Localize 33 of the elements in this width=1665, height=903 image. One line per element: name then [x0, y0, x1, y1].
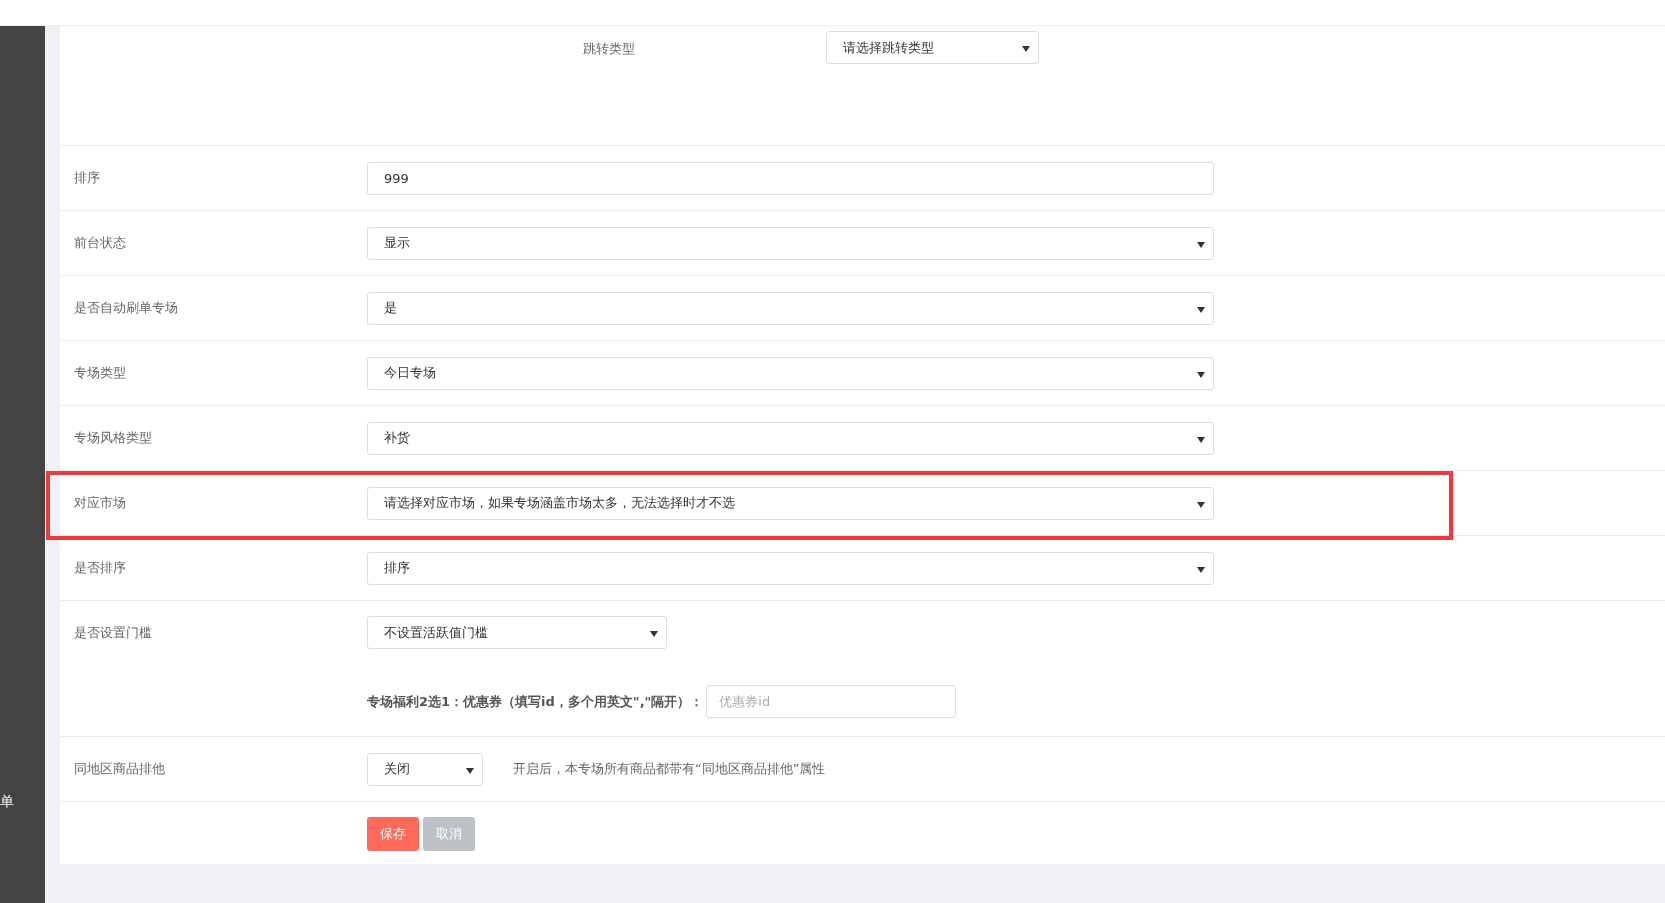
caret-icon: [1022, 46, 1030, 52]
field-label: 专场风格类型: [74, 429, 153, 447]
field-label: 前台状态: [74, 234, 127, 252]
select-field[interactable]: 是: [367, 291, 1214, 325]
field-label: 是否排序: [74, 559, 127, 577]
sidebar-item[interactable]: 单: [0, 793, 14, 811]
hint-text: 开启后，本专场所有商品都带有“同地区商品排他”属性: [513, 760, 826, 778]
field-label: 同地区商品排他: [74, 760, 166, 778]
select-field[interactable]: 补货: [367, 421, 1214, 455]
select-field[interactable]: 不设置活跃值门槛: [367, 616, 667, 649]
field-label: 对应市场: [74, 494, 127, 512]
select-field[interactable]: 请选择对应市场，如果专场涵盖市场太多，无法选择时才不选: [367, 486, 1214, 520]
select-field[interactable]: 今日专场: [367, 356, 1214, 390]
caret-icon: [1197, 436, 1205, 443]
select-field[interactable]: 排序: [367, 551, 1214, 585]
select-field[interactable]: 请选择跳转类型: [826, 31, 1039, 64]
coupon-input[interactable]: 优惠券id: [706, 685, 957, 718]
field-label: 专场类型: [74, 364, 127, 382]
input-field[interactable]: 999: [367, 161, 1214, 195]
caret-icon: [1197, 306, 1205, 313]
field-label: 跳转类型: [583, 40, 636, 58]
caret-icon: [1197, 241, 1205, 248]
caret-icon: [466, 767, 474, 774]
caret-icon: [1197, 501, 1205, 508]
field-label: 是否自动刷单专场: [74, 299, 179, 317]
caret-icon: [1197, 371, 1205, 378]
field-label: 是否设置门槛: [74, 624, 153, 642]
coupon-label: 专场福利2选1：优惠券（填写id，多个用英文","隔开）：: [367, 692, 704, 711]
field-label: 排序: [74, 169, 101, 187]
caret-icon: [650, 631, 658, 637]
select-field[interactable]: 显示: [367, 226, 1214, 260]
caret-icon: [1197, 566, 1205, 573]
select-field[interactable]: 关闭: [367, 752, 483, 786]
